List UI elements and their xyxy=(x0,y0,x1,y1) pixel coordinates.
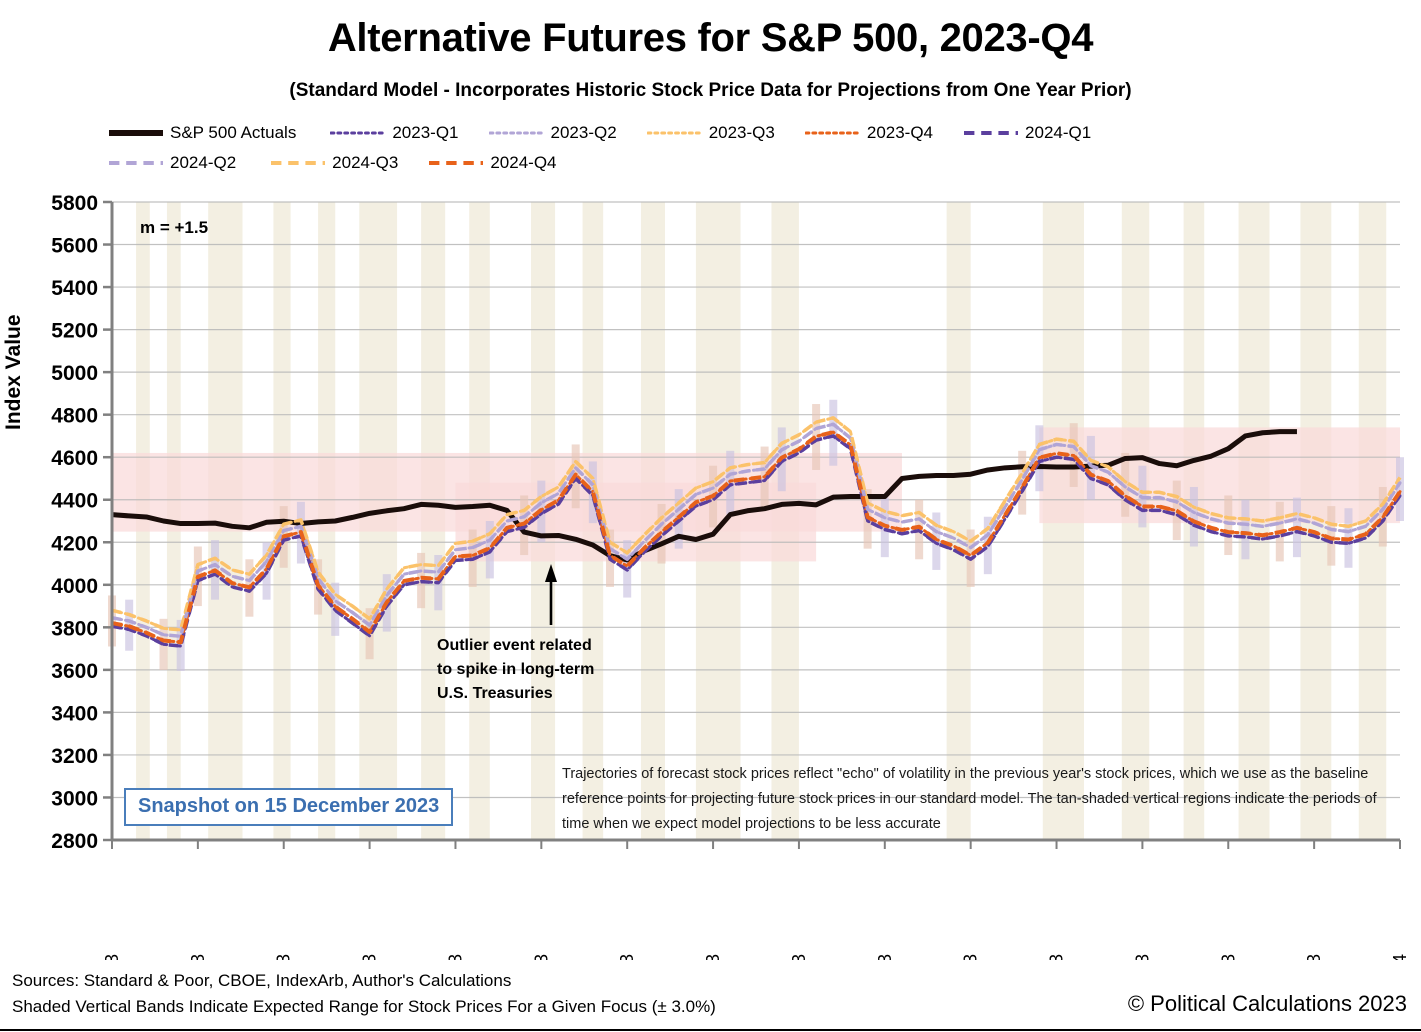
y-tick-label: 2800 xyxy=(51,830,98,853)
legend-swatch-dotted xyxy=(646,131,703,135)
y-tick-label: 4000 xyxy=(51,575,98,598)
x-tick-group: 22-Sep-2023 29-Sep-2023 6-Oct-2023 13-Oct-2… xyxy=(102,840,1410,960)
chart-title: Alternative Futures for S&P 500, 2023-Q4 xyxy=(327,16,1094,60)
footer-sources: Sources: Standard & Poor, CBOE, IndexArb… xyxy=(12,968,716,1020)
legend-item-2023-q1[interactable]: 2023-Q1 xyxy=(330,118,459,148)
x-tick-label: 5-Jan-2024 xyxy=(1390,954,1410,960)
legend-item-2023-q2[interactable]: 2023-Q2 xyxy=(488,118,617,148)
x-tick-label: 10-Nov-2023 xyxy=(703,954,723,960)
chart-legend: S&P 500 Actuals 2023-Q1 2023-Q2 2023-Q3 2023… xyxy=(108,118,1408,178)
legend-row: S&P 500 Actuals 2023-Q1 2023-Q2 2023-Q3 2023… xyxy=(108,118,1408,148)
legend-label: 2023-Q2 xyxy=(550,123,617,142)
x-tick-label: 17-Nov-2023 xyxy=(789,954,809,960)
y-tick-label: 4800 xyxy=(51,405,98,428)
legend-item-2024-q2[interactable]: 2024-Q2 xyxy=(108,148,236,178)
y-tick-label: 5400 xyxy=(51,277,98,300)
legend-item-2024-q1[interactable]: 2024-Q1 xyxy=(963,118,1091,148)
x-tick-label: 20-Oct-2023 xyxy=(445,954,465,960)
legend-swatch-solid xyxy=(109,130,163,136)
footer-sources-line2: Shaded Vertical Bands Indicate Expected … xyxy=(12,997,716,1016)
legend-swatch-dashed xyxy=(271,161,326,165)
legend-swatch-dashed xyxy=(429,161,484,165)
snapshot-badge: Snapshot on 15 December 2023 xyxy=(124,788,454,826)
legend-label: 2024-Q1 xyxy=(1025,123,1092,142)
y-tick-label: 5800 xyxy=(51,192,98,215)
x-tick-label: 8-Dec-2023 xyxy=(1047,954,1067,960)
legend-swatch-dashed xyxy=(109,161,163,165)
x-tick-label: 29-Dec-2023 xyxy=(1304,954,1324,960)
y-tick-label: 5200 xyxy=(51,320,98,343)
y-tick-label: 5600 xyxy=(51,235,98,258)
y-tick-label: 3000 xyxy=(51,787,98,810)
y-tick-label: 4600 xyxy=(51,447,98,470)
footer-sources-line1: Sources: Standard & Poor, CBOE, IndexArb… xyxy=(12,971,512,990)
x-tick-label: 15-Dec-2023 xyxy=(1132,954,1152,960)
x-tick-label: 22-Sep-2023 xyxy=(102,954,122,960)
footer-copyright: © Political Calculations 2023 xyxy=(1127,991,1407,1016)
legend-label: 2024-Q4 xyxy=(490,153,557,172)
y-tick-label: 3800 xyxy=(51,617,98,640)
legend-label: 2024-Q3 xyxy=(332,153,399,172)
error-bar xyxy=(1224,495,1233,556)
legend-item-s-p-500-actuals[interactable]: S&P 500 Actuals xyxy=(108,118,296,148)
legend-item-2024-q4[interactable]: 2024-Q4 xyxy=(428,148,557,178)
footer-divider xyxy=(0,1029,1421,1031)
y-axis-title: Index Value xyxy=(2,314,25,430)
x-tick-label: 3-Nov-2023 xyxy=(617,954,637,960)
y-tick-label: 3600 xyxy=(51,660,98,683)
y-tick-label: 3400 xyxy=(51,702,98,725)
legend-swatch-dashed xyxy=(964,131,1019,135)
outlier-annotation: Outlier event related to spike in long-t… xyxy=(437,637,595,702)
legend-swatch-dotted xyxy=(330,131,387,135)
methodology-note: Trajectories of forecast stock prices re… xyxy=(562,766,1377,832)
error-bar xyxy=(1241,499,1250,560)
legend-item-2023-q4[interactable]: 2023-Q4 xyxy=(804,118,934,148)
x-tick-label: 22-Dec-2023 xyxy=(1218,954,1238,960)
legend-label: S&P 500 Actuals xyxy=(170,123,297,142)
y-tick-label: 3200 xyxy=(51,745,98,768)
x-tick-label: 13-Oct-2023 xyxy=(360,954,380,960)
error-bar xyxy=(1189,486,1198,547)
legend-item-2023-q3[interactable]: 2023-Q3 xyxy=(646,118,775,148)
x-tick-label: 27-Oct-2023 xyxy=(531,954,551,960)
legend-label: 2023-Q3 xyxy=(708,123,775,142)
chart-subtitle: (Standard Model - Incorporates Historic … xyxy=(289,80,1132,101)
slope-annotation: m = +1.5 xyxy=(140,218,209,237)
y-tick-label: 4400 xyxy=(51,490,98,513)
y-tick-label: 4200 xyxy=(51,532,98,555)
legend-item-2024-q3[interactable]: 2024-Q3 xyxy=(270,148,398,178)
legend-label: 2023-Q4 xyxy=(866,123,934,142)
legend-label: 2023-Q1 xyxy=(392,123,459,142)
chart-root: Alternative Futures for S&P 500, 2023-Q4… xyxy=(0,0,1421,1032)
legend-label: 2024-Q2 xyxy=(170,153,237,172)
tan-band xyxy=(946,202,971,840)
x-tick-label: 29-Sep-2023 xyxy=(188,954,208,960)
x-tick-label: 6-Oct-2023 xyxy=(274,954,294,960)
legend-row: 2024-Q2 2024-Q3 2024-Q4 xyxy=(108,148,1408,178)
x-tick-label: 1-Dec-2023 xyxy=(961,954,981,960)
y-tick-group: 2800 3000 3200 3400 3600 3800 4000 4200 4400 4600… xyxy=(51,192,112,853)
legend-swatch-dotted xyxy=(488,131,545,135)
legend-swatch-dotted xyxy=(804,131,861,135)
y-tick-label: 5000 xyxy=(51,362,98,385)
x-tick-label: 24-Nov-2023 xyxy=(875,954,895,960)
